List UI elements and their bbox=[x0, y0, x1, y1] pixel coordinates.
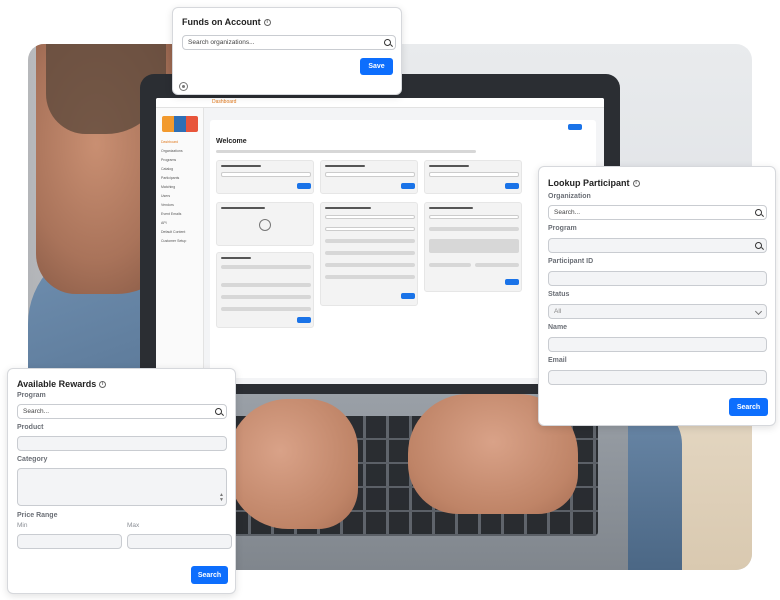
mini-topbar: Dashboard bbox=[156, 98, 604, 108]
lookup-title-row: Lookup Participant i bbox=[548, 178, 640, 188]
mini-sidebar-item: Default Content bbox=[161, 230, 186, 234]
participant-id-label: Participant ID bbox=[548, 258, 594, 265]
organization-placeholder: Search... bbox=[554, 209, 581, 216]
search-icon[interactable] bbox=[755, 242, 762, 249]
mini-edit-button bbox=[568, 124, 582, 130]
mini-sidebar-item: Matching bbox=[161, 185, 176, 189]
available-rewards-card: Available Rewards i Program Search... Pr… bbox=[7, 368, 236, 594]
mini-breadcrumb: Dashboard bbox=[212, 99, 237, 105]
max-label: Max bbox=[127, 522, 140, 529]
price-range-label: Price Range bbox=[17, 512, 58, 519]
search-icon[interactable] bbox=[384, 39, 391, 46]
mini-sidebar-item: Vendors bbox=[161, 203, 174, 207]
status-label: Status bbox=[548, 291, 570, 298]
organization-label: Organization bbox=[548, 193, 591, 200]
category-label: Category bbox=[17, 456, 48, 463]
info-icon: i bbox=[632, 179, 640, 187]
program-placeholder: Search... bbox=[23, 408, 50, 415]
program-label: Program bbox=[17, 392, 46, 399]
mini-welcome-title: Welcome bbox=[216, 138, 247, 145]
mini-sidebar-item: Users bbox=[161, 194, 171, 198]
chevron-down-icon bbox=[754, 307, 763, 316]
mini-card-funds-2 bbox=[320, 160, 418, 194]
mini-sidebar-item: Event Emails bbox=[161, 212, 182, 216]
program-search-input[interactable] bbox=[548, 238, 767, 253]
mini-card-lookup bbox=[320, 202, 418, 306]
funds-search-input[interactable]: Search organizations... bbox=[182, 35, 396, 50]
product-label: Product bbox=[17, 424, 44, 431]
mini-card-rewards bbox=[424, 202, 522, 292]
email-input[interactable] bbox=[548, 370, 767, 385]
mini-card-funds-1 bbox=[216, 160, 314, 194]
rewards-search-button[interactable]: Search bbox=[191, 566, 228, 584]
mini-sidebar-item: Catalog bbox=[161, 167, 174, 171]
search-icon[interactable] bbox=[215, 408, 222, 415]
info-icon: i bbox=[263, 18, 271, 26]
funds-title: Funds on Account bbox=[182, 17, 261, 27]
mini-sidebar-item: Programs bbox=[161, 158, 177, 162]
lookup-title: Lookup Participant bbox=[548, 178, 630, 188]
email-label: Email bbox=[548, 357, 567, 364]
gear-icon[interactable] bbox=[179, 82, 188, 91]
min-price-input[interactable] bbox=[17, 534, 122, 549]
lookup-search-button[interactable]: Search bbox=[729, 398, 768, 416]
program-search-input[interactable]: Search... bbox=[17, 404, 227, 419]
organization-search-input[interactable]: Search... bbox=[548, 205, 767, 220]
product-input[interactable] bbox=[17, 436, 227, 451]
lookup-participant-card: Lookup Participant i Organization Search… bbox=[538, 166, 776, 426]
name-label: Name bbox=[548, 324, 568, 331]
mini-welcome-text bbox=[216, 150, 476, 153]
name-input[interactable] bbox=[548, 337, 767, 352]
mini-sidebar-item: Organizations bbox=[161, 149, 183, 153]
mini-sidebar-item: Customer Setup bbox=[161, 239, 187, 243]
mini-sidebar-item: API bbox=[161, 221, 167, 225]
program-label: Program bbox=[548, 225, 577, 232]
funds-on-account-card: Funds on Account i Search organizations.… bbox=[172, 7, 402, 95]
rewards-title: Available Rewards bbox=[17, 379, 97, 389]
save-button[interactable]: Save bbox=[360, 58, 393, 75]
mini-sidebar-item: Participants bbox=[161, 176, 180, 180]
funds-search-placeholder: Search organizations... bbox=[188, 39, 255, 46]
category-textarea[interactable]: ▲ ▼ bbox=[17, 468, 227, 506]
laptop-screen: Dashboard Dashboard Organizations Programs… bbox=[156, 98, 604, 384]
rewards-title-row: Available Rewards i bbox=[17, 379, 107, 389]
info-icon: i bbox=[99, 380, 107, 388]
mini-sidebar-item: Dashboard bbox=[161, 140, 179, 144]
status-value: All bbox=[554, 308, 562, 315]
mini-card-funds-3 bbox=[424, 160, 522, 194]
mini-card-create-participant bbox=[216, 202, 314, 246]
mini-card-modify-case bbox=[216, 252, 314, 328]
status-select[interactable]: All bbox=[548, 304, 767, 319]
max-price-input[interactable] bbox=[127, 534, 232, 549]
left-hand bbox=[228, 399, 358, 529]
resize-handle-icon[interactable]: ▲ ▼ bbox=[219, 493, 224, 503]
min-label: Min bbox=[17, 522, 28, 529]
search-icon[interactable] bbox=[755, 209, 762, 216]
participant-id-input[interactable] bbox=[548, 271, 767, 286]
marketing-composite: Dashboard Dashboard Organizations Programs… bbox=[0, 0, 780, 600]
mini-sidebar: Dashboard Organizations Programs Catalog Par… bbox=[156, 108, 204, 384]
funds-title-row: Funds on Account i bbox=[182, 17, 271, 27]
adr-logo bbox=[162, 116, 198, 132]
